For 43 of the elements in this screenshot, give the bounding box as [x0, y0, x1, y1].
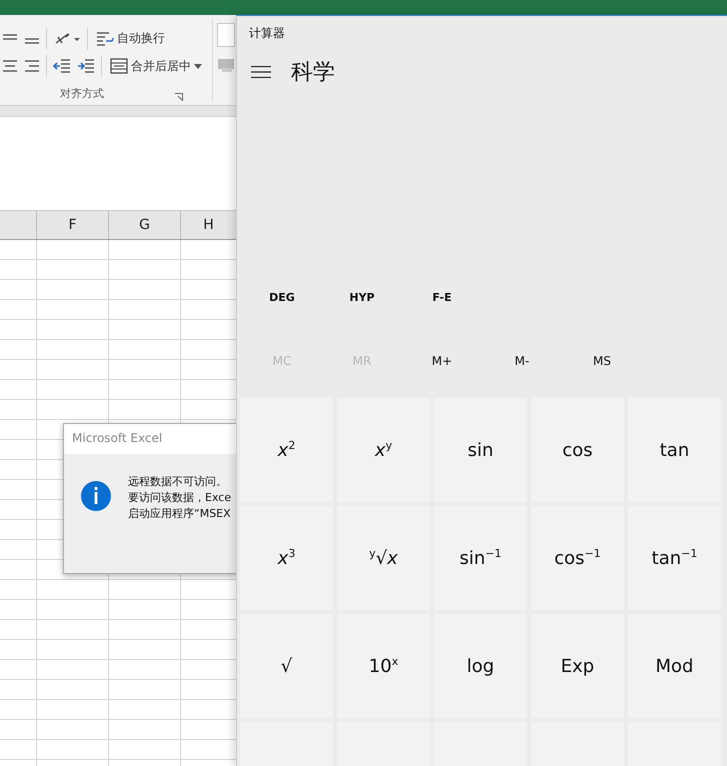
- dialog-message: 要访问该数据，Exce: [128, 490, 232, 506]
- decrease-indent-icon[interactable]: [53, 59, 71, 74]
- calculator-key[interactable]: tan: [628, 398, 721, 502]
- dialog-message: 远程数据不可访问。: [128, 474, 228, 490]
- info-icon: [80, 480, 112, 512]
- calculator-key[interactable]: x$^{3}$: [240, 506, 333, 610]
- calculator-key[interactable]: x$^{2}$: [240, 398, 333, 502]
- calculator-key[interactable]: Mod: [628, 614, 721, 718]
- memory-button[interactable]: M-: [482, 348, 562, 374]
- calculator-key[interactable]: sin$^{−1}$: [434, 506, 527, 610]
- calculator-key[interactable]: √: [240, 614, 333, 718]
- calculator-key[interactable]: $^{y}$√x: [337, 506, 430, 610]
- align-right-icon[interactable]: [24, 60, 40, 72]
- calculator-key[interactable]: x$^{y}$: [337, 398, 430, 502]
- merge-center-button[interactable]: 合并后居中: [108, 56, 204, 77]
- mode-button[interactable]: DEG: [242, 284, 322, 310]
- mode-button[interactable]: HYP: [322, 284, 402, 310]
- window-title: 计算器: [248, 25, 286, 42]
- wrap-text-button[interactable]: 自动换行: [94, 28, 167, 50]
- menu-icon[interactable]: [251, 66, 271, 78]
- calculator-key[interactable]: Exp: [531, 614, 624, 718]
- calculator-key[interactable]: sin: [434, 398, 527, 502]
- memory-button[interactable]: M+: [402, 348, 482, 374]
- wrap-text-icon: [96, 30, 114, 47]
- column-header[interactable]: G: [108, 211, 180, 239]
- dialog-message: 启动应用程序“MSEX: [128, 506, 232, 522]
- increase-indent-icon[interactable]: [77, 59, 95, 74]
- format-field[interactable]: [217, 23, 235, 47]
- caret-icon: [194, 64, 202, 69]
- mode-button[interactable]: F-E: [402, 284, 482, 310]
- calculator-key[interactable]: cos$^{−1}$: [531, 506, 624, 610]
- dialog-launcher-icon[interactable]: [175, 92, 183, 100]
- calculator-key[interactable]: cos: [531, 398, 624, 502]
- dialog-title: Microsoft Excel: [64, 424, 237, 454]
- mode-title: 科学: [291, 59, 335, 87]
- memory-button[interactable]: MS: [562, 348, 642, 374]
- calculator-key[interactable]: 10$^{x}$: [337, 614, 430, 718]
- column-header[interactable]: F: [36, 211, 108, 239]
- calculator-key[interactable]: tan$^{−1}$: [628, 506, 721, 610]
- group-label: 对齐方式: [60, 86, 104, 101]
- align-center-icon[interactable]: [2, 60, 18, 72]
- calculator-key[interactable]: log: [434, 614, 527, 718]
- merge-cells-icon: [110, 58, 128, 74]
